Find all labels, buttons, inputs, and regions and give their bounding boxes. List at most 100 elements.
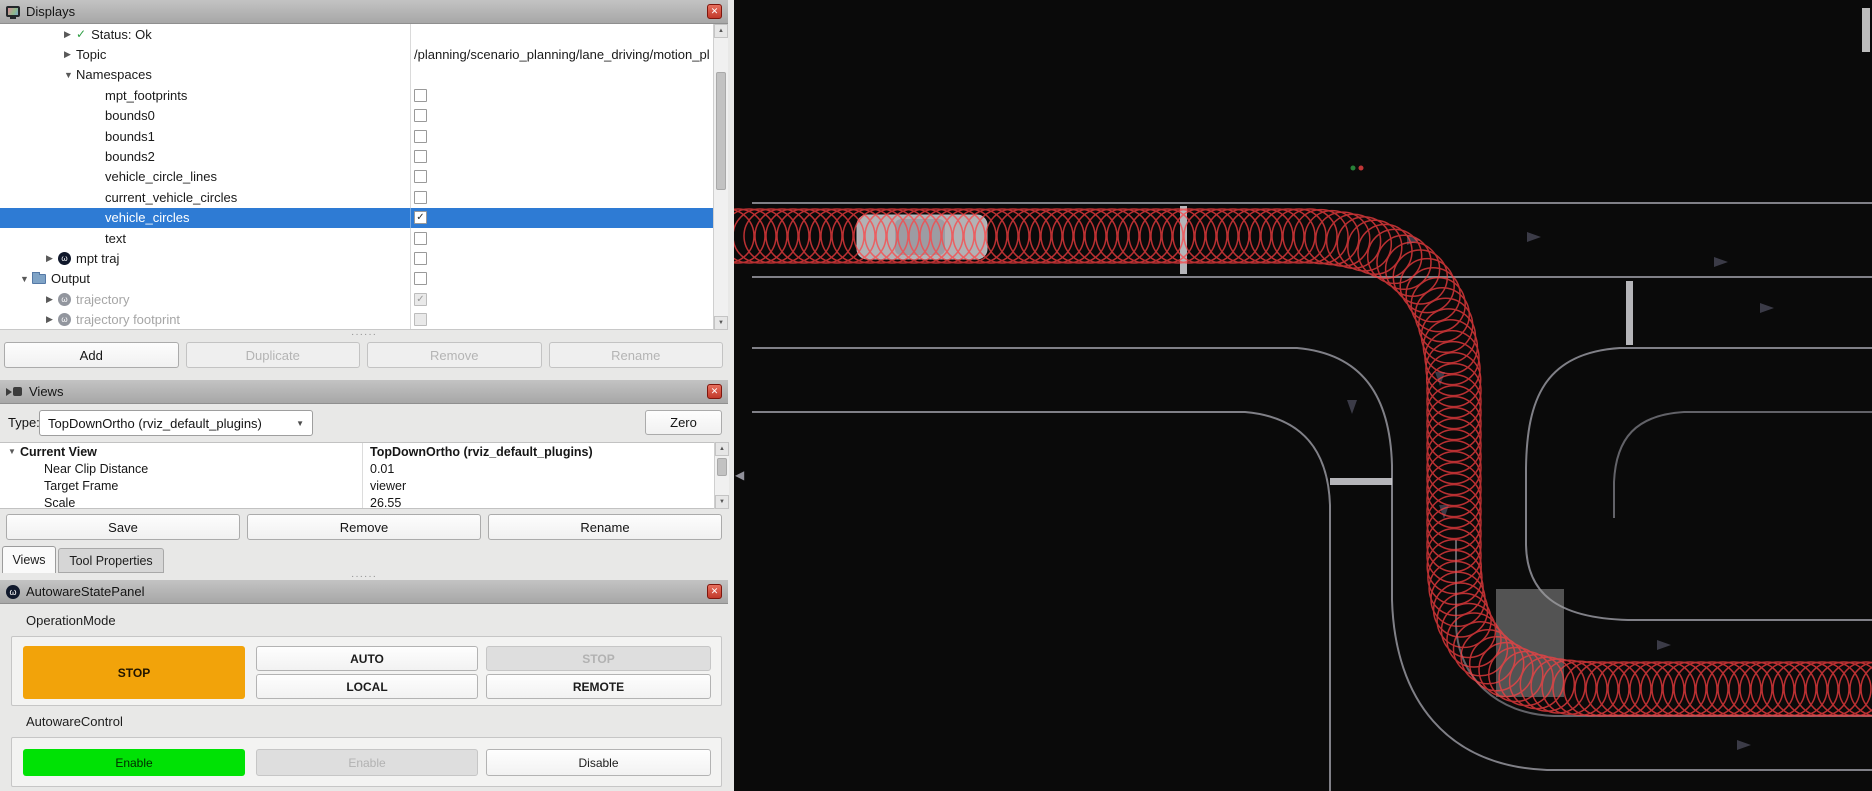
tree-row-label: Status: Ok (91, 27, 152, 42)
tree-row-label: trajectory footprint (76, 312, 180, 327)
stop-button[interactable]: STOP (486, 646, 711, 671)
checkbox-output[interactable] (414, 272, 427, 285)
tree-row-bounds2[interactable]: bounds2 (0, 146, 728, 166)
auto-button[interactable]: AUTO (256, 646, 478, 671)
scroll-down-icon[interactable]: ▼ (714, 316, 728, 330)
property-row-target-frame[interactable]: Target Frame viewer (0, 477, 728, 494)
tree-row-namespaces[interactable]: ▼Namespaces (0, 65, 728, 85)
tree-row-mpt-footprints[interactable]: mpt_footprints (0, 85, 728, 105)
tab-views[interactable]: Views (2, 546, 56, 573)
splitter-handle[interactable]: ······ (0, 573, 728, 580)
tree-row-vehicle-circle-lines[interactable]: vehicle_circle_lines (0, 167, 728, 187)
property-name: Scale (44, 496, 75, 510)
rename-view-button[interactable]: Rename (488, 514, 722, 540)
chevron-right-icon[interactable]: ▶ (64, 49, 76, 60)
tree-row-label: vehicle_circle_lines (105, 169, 217, 184)
chevron-down-icon[interactable]: ▼ (20, 274, 32, 284)
rename-display-button[interactable]: Rename (549, 342, 724, 368)
remote-button[interactable]: REMOTE (486, 674, 711, 699)
tree-row-label: current_vehicle_circles (105, 190, 237, 205)
viewport-scrollbar[interactable] (1862, 8, 1870, 52)
tree-row-bounds0[interactable]: bounds0 (0, 106, 728, 126)
checkbox-vehicle-circle-lines[interactable] (414, 170, 427, 183)
property-name: Near Clip Distance (44, 462, 148, 476)
checkbox-current-vehicle-circles[interactable] (414, 191, 427, 204)
enable-button[interactable]: Enable (256, 749, 478, 776)
displays-tree: ▶✓Status: Ok▶Topic/planning/scenario_pla… (0, 24, 728, 330)
checkbox-bounds0[interactable] (414, 109, 427, 122)
checkbox-mpt-traj[interactable] (414, 252, 427, 265)
tree-row-output[interactable]: ▼Output (0, 269, 728, 289)
scrollbar-thumb[interactable] (717, 458, 727, 476)
tab-tool-properties[interactable]: Tool Properties (58, 548, 164, 573)
checkbox-trajectory[interactable]: ✓ (414, 293, 427, 306)
save-button[interactable]: Save (6, 514, 240, 540)
scrollbar-thumb[interactable] (716, 72, 726, 190)
remove-display-button[interactable]: Remove (367, 342, 542, 368)
panel-collapse-icon[interactable]: ◀ (735, 468, 744, 482)
displays-tree-scrollbar[interactable]: ▲ ▼ (713, 24, 728, 330)
scroll-down-icon[interactable]: ▼ (715, 495, 729, 509)
displays-panel-titlebar[interactable]: Displays ✕ (0, 0, 728, 24)
left-panel-stack: Displays ✕ ▶✓Status: Ok▶Topic/planning/s… (0, 0, 734, 791)
tree-row-text[interactable]: text (0, 228, 728, 248)
view-type-dropdown[interactable]: TopDownOrtho (rviz_default_plugins) ▼ (39, 410, 313, 436)
tree-row-value (410, 187, 713, 207)
property-value[interactable]: 0.01 (362, 460, 714, 477)
tree-row-trajectory-footprint[interactable]: ▶ωtrajectory footprint (0, 309, 728, 329)
type-label: Type: (8, 410, 40, 436)
autoware-close-button[interactable]: ✕ (707, 584, 722, 599)
autoware-logo-icon: ω (6, 585, 20, 599)
tree-row-current-vehicle-circles[interactable]: current_vehicle_circles (0, 187, 728, 207)
checkbox-trajectory-footprint[interactable] (414, 313, 427, 326)
property-row-current-view[interactable]: ▼Current View TopDownOrtho (rviz_default_… (0, 443, 728, 460)
checkbox-mpt-footprints[interactable] (414, 89, 427, 102)
tree-row-value (410, 228, 713, 248)
tree-row-mpt-traj[interactable]: ▶ωmpt traj (0, 248, 728, 268)
topic-value[interactable]: /planning/scenario_planning/lane_driving… (414, 47, 710, 62)
property-name: Current View (20, 445, 97, 459)
duplicate-button[interactable]: Duplicate (186, 342, 361, 368)
chevron-down-icon[interactable]: ▼ (64, 70, 76, 80)
disable-button[interactable]: Disable (486, 749, 711, 776)
checkbox-bounds2[interactable] (414, 150, 427, 163)
chevron-right-icon[interactable]: ▶ (64, 29, 76, 40)
view-type-value: TopDownOrtho (rviz_default_plugins) (48, 416, 296, 431)
tree-row-label: bounds1 (105, 129, 155, 144)
local-button[interactable]: LOCAL (256, 674, 478, 699)
splitter-handle[interactable]: ······ (0, 331, 728, 338)
scroll-up-icon[interactable]: ▲ (715, 442, 729, 456)
add-button[interactable]: Add (4, 342, 179, 368)
tree-row-value (410, 24, 713, 44)
tree-row-trajectory[interactable]: ▶ωtrajectory✓ (0, 289, 728, 309)
property-name: Target Frame (44, 479, 118, 493)
property-row-near-clip-distance[interactable]: Near Clip Distance 0.01 (0, 460, 728, 477)
tree-row-label: bounds0 (105, 108, 155, 123)
tree-row-status-ok[interactable]: ▶✓Status: Ok (0, 24, 728, 44)
checkbox-bounds1[interactable] (414, 130, 427, 143)
views-table-scrollbar[interactable]: ▲ ▼ (714, 442, 729, 509)
tree-row-topic[interactable]: ▶Topic/planning/scenario_planning/lane_d… (0, 44, 728, 64)
property-value[interactable]: 26.55 (362, 494, 714, 509)
chevron-right-icon[interactable]: ▶ (46, 314, 58, 325)
chevron-right-icon[interactable]: ▶ (46, 294, 58, 305)
render-view[interactable] (734, 0, 1872, 791)
tree-row-label: vehicle_circles (105, 210, 190, 225)
property-row-scale[interactable]: Scale 26.55 (0, 494, 728, 509)
property-value[interactable]: viewer (362, 477, 714, 494)
autoware-panel-titlebar[interactable]: ω AutowareStatePanel ✕ (0, 580, 728, 604)
views-panel-titlebar[interactable]: Views ✕ (0, 380, 728, 404)
property-value[interactable]: TopDownOrtho (rviz_default_plugins) (362, 443, 714, 460)
views-close-button[interactable]: ✕ (707, 384, 722, 399)
checkbox-text[interactable] (414, 232, 427, 245)
zero-button[interactable]: Zero (645, 410, 722, 435)
remove-view-button[interactable]: Remove (247, 514, 481, 540)
chevron-down-icon[interactable]: ▼ (8, 447, 20, 456)
checkbox-vehicle-circles[interactable]: ✓ (414, 211, 427, 224)
chevron-right-icon[interactable]: ▶ (46, 253, 58, 264)
scroll-up-icon[interactable]: ▲ (714, 24, 728, 38)
displays-close-button[interactable]: ✕ (707, 4, 722, 19)
operation-mode-label: OperationMode (26, 613, 116, 628)
tree-row-bounds1[interactable]: bounds1 (0, 126, 728, 146)
tree-row-vehicle-circles[interactable]: vehicle_circles ✓ (0, 208, 728, 228)
